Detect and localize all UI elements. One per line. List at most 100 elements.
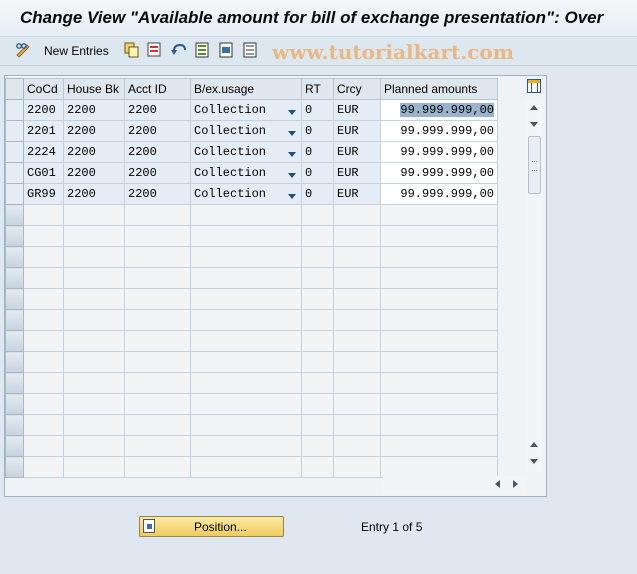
empty-cell[interactable]: [124, 204, 191, 226]
empty-cell[interactable]: [333, 456, 381, 478]
position-button[interactable]: Position...: [139, 516, 284, 537]
select-block-icon[interactable]: [219, 42, 235, 58]
empty-cell[interactable]: [23, 330, 64, 352]
empty-cell[interactable]: [124, 267, 191, 289]
empty-cell[interactable]: [380, 456, 498, 478]
row-selector[interactable]: [5, 288, 24, 310]
scroll-down-icon[interactable]: [530, 122, 538, 127]
empty-cell[interactable]: [63, 288, 125, 310]
empty-cell[interactable]: [124, 246, 191, 268]
scrollbar-thumb[interactable]: [528, 136, 541, 194]
bex-usage-dropdown[interactable]: Collection: [190, 141, 302, 163]
planned-amount-field[interactable]: 99.999.999,00: [380, 141, 498, 163]
empty-cell[interactable]: [63, 246, 125, 268]
empty-cell[interactable]: [190, 204, 302, 226]
bex-usage-dropdown[interactable]: Collection: [190, 162, 302, 184]
empty-cell[interactable]: [301, 351, 334, 373]
row-selector[interactable]: [5, 99, 24, 121]
empty-cell[interactable]: [124, 372, 191, 394]
empty-cell[interactable]: [380, 435, 498, 457]
empty-cell[interactable]: [333, 393, 381, 415]
empty-cell[interactable]: [190, 435, 302, 457]
empty-cell[interactable]: [63, 309, 125, 331]
empty-cell[interactable]: [63, 393, 125, 415]
empty-cell[interactable]: [333, 288, 381, 310]
row-selector[interactable]: [5, 120, 24, 142]
empty-cell[interactable]: [23, 204, 64, 226]
rt-cell[interactable]: 0: [301, 162, 334, 184]
bex-usage-dropdown[interactable]: Collection: [190, 99, 302, 121]
empty-cell[interactable]: [23, 435, 64, 457]
rt-cell[interactable]: 0: [301, 120, 334, 142]
empty-cell[interactable]: [301, 267, 334, 289]
bex-usage-dropdown[interactable]: Collection: [190, 120, 302, 142]
empty-cell[interactable]: [301, 288, 334, 310]
new-entries-button[interactable]: New Entries: [44, 44, 109, 58]
empty-cell[interactable]: [190, 267, 302, 289]
column-header-bex-usage[interactable]: B/ex.usage: [190, 78, 302, 100]
empty-cell[interactable]: [23, 246, 64, 268]
row-selector[interactable]: [5, 225, 24, 247]
empty-cell[interactable]: [380, 288, 498, 310]
rt-cell[interactable]: 0: [301, 183, 334, 205]
empty-cell[interactable]: [333, 435, 381, 457]
house-bank-cell[interactable]: 2200: [63, 183, 125, 205]
empty-cell[interactable]: [190, 372, 302, 394]
empty-cell[interactable]: [190, 393, 302, 415]
empty-cell[interactable]: [380, 393, 498, 415]
empty-cell[interactable]: [23, 393, 64, 415]
row-selector[interactable]: [5, 435, 24, 457]
empty-cell[interactable]: [63, 267, 125, 289]
house-bank-cell[interactable]: 2200: [63, 120, 125, 142]
column-header-rt[interactable]: RT: [301, 78, 334, 100]
row-selector[interactable]: [5, 456, 24, 478]
empty-cell[interactable]: [124, 309, 191, 331]
empty-cell[interactable]: [190, 351, 302, 373]
cocd-cell[interactable]: 2200: [23, 99, 64, 121]
row-selector[interactable]: [5, 372, 24, 394]
empty-cell[interactable]: [63, 330, 125, 352]
acct-id-cell[interactable]: 2200: [124, 141, 191, 163]
scroll-page-up-icon[interactable]: [530, 442, 538, 447]
empty-cell[interactable]: [63, 414, 125, 436]
empty-cell[interactable]: [63, 351, 125, 373]
empty-cell[interactable]: [380, 267, 498, 289]
column-configuration-icon[interactable]: [527, 79, 541, 93]
empty-cell[interactable]: [124, 456, 191, 478]
empty-cell[interactable]: [23, 267, 64, 289]
select-all-icon[interactable]: [195, 42, 211, 58]
empty-cell[interactable]: [23, 225, 64, 247]
empty-cell[interactable]: [124, 351, 191, 373]
empty-cell[interactable]: [124, 393, 191, 415]
row-selector[interactable]: [5, 414, 24, 436]
row-selector[interactable]: [5, 351, 24, 373]
column-header-acct-id[interactable]: Acct ID: [124, 78, 191, 100]
empty-cell[interactable]: [380, 246, 498, 268]
empty-cell[interactable]: [380, 225, 498, 247]
empty-cell[interactable]: [124, 288, 191, 310]
cocd-cell[interactable]: GR99: [23, 183, 64, 205]
empty-cell[interactable]: [380, 414, 498, 436]
empty-cell[interactable]: [63, 435, 125, 457]
empty-cell[interactable]: [301, 309, 334, 331]
dropdown-arrow-icon[interactable]: [288, 194, 296, 199]
scroll-page-down-icon[interactable]: [530, 459, 538, 464]
cocd-cell[interactable]: CG01: [23, 162, 64, 184]
scroll-left-icon[interactable]: [495, 480, 500, 488]
cocd-cell[interactable]: 2201: [23, 120, 64, 142]
planned-amount-field[interactable]: 99.999.999,00: [380, 162, 498, 184]
undo-icon[interactable]: [171, 42, 187, 58]
empty-cell[interactable]: [333, 246, 381, 268]
row-selector[interactable]: [5, 393, 24, 415]
empty-cell[interactable]: [301, 372, 334, 394]
empty-cell[interactable]: [63, 204, 125, 226]
empty-cell[interactable]: [63, 456, 125, 478]
empty-cell[interactable]: [333, 330, 381, 352]
bex-usage-dropdown[interactable]: Collection: [190, 183, 302, 205]
row-selector[interactable]: [5, 183, 24, 205]
empty-cell[interactable]: [333, 351, 381, 373]
copy-icon[interactable]: [124, 42, 140, 58]
row-selector[interactable]: [5, 309, 24, 331]
row-selector[interactable]: [5, 162, 24, 184]
empty-cell[interactable]: [380, 204, 498, 226]
